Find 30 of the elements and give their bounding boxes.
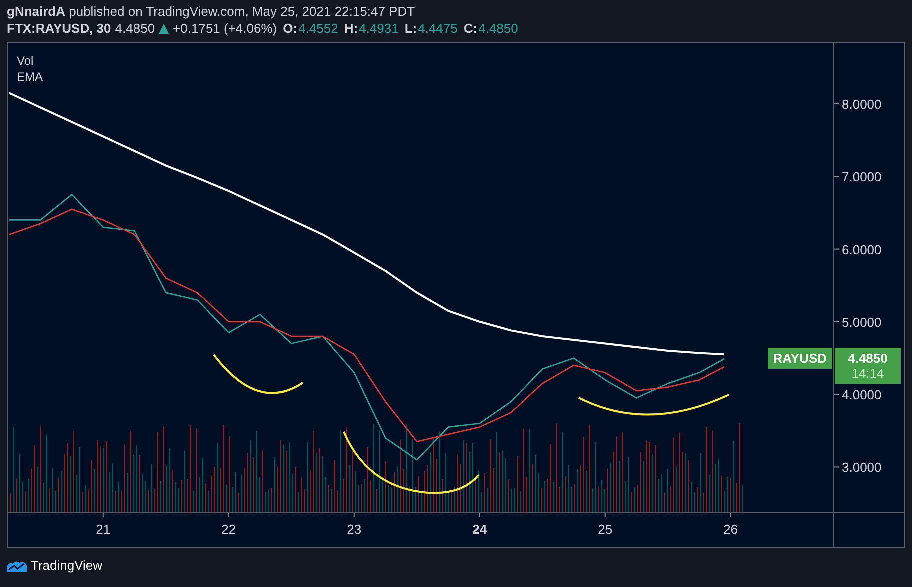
price-change: +0.1751 (+4.06%) xyxy=(173,20,278,37)
ohlc-label: H: xyxy=(344,20,358,37)
price-tick-label: 6.0000 xyxy=(842,242,882,258)
date-tick-label: 24 xyxy=(472,522,488,537)
ohlc-label: O: xyxy=(283,20,298,37)
price-tick-label: 3.0000 xyxy=(842,460,882,476)
date-tick-label: 22 xyxy=(222,522,236,537)
legend-label: EMA xyxy=(17,69,44,85)
ohlc-value: 4.4850 xyxy=(478,20,518,37)
legend-label: Vol xyxy=(17,53,35,69)
date-tick-label: 23 xyxy=(347,522,362,537)
price-tick-label: 4.0000 xyxy=(842,388,882,403)
date-tick-label: 26 xyxy=(724,522,738,537)
ohlc-label: L: xyxy=(404,20,418,37)
price-tick-label: 5.0000 xyxy=(842,314,882,330)
symbol-label: FTX:RAYUSD, 30 xyxy=(7,20,112,37)
ohlc-value: 4.4552 xyxy=(298,20,338,37)
price-tag: 4.4850 14:14 xyxy=(835,348,901,384)
price-tick-label: 7.0000 xyxy=(842,170,882,185)
published-line: gNnairdA published on TradingView.com, May 25, 2021 22:15:47 PDT xyxy=(7,3,416,20)
date-tick-label: 25 xyxy=(598,522,613,537)
ohlc-value: 4.4931 xyxy=(359,20,399,37)
cloud-logo-icon xyxy=(7,560,27,572)
symbol-tag: RAYUSD xyxy=(768,348,832,370)
date-tick-label: 21 xyxy=(96,522,111,537)
ohlc-label: C: xyxy=(464,20,478,37)
ohlc-value: 4.4475 xyxy=(418,20,458,37)
brand-name: TradingView xyxy=(31,558,103,573)
price-tick-label: 8.0000 xyxy=(842,97,882,112)
last-price: 4.4850 xyxy=(115,20,156,37)
